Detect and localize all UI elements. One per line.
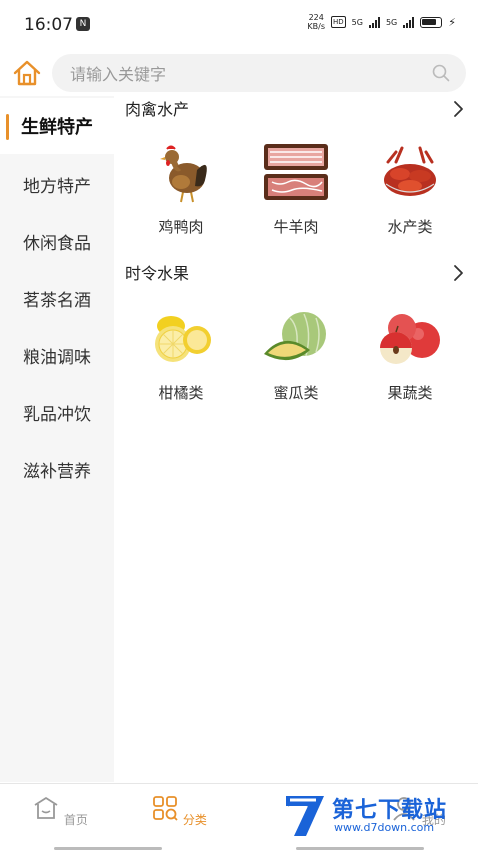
sidebar-item-grain-oil[interactable]: 粮油调味 <box>0 327 114 383</box>
hd-icon: HD <box>331 16 346 28</box>
sliced-meat-icon <box>264 144 328 200</box>
watermark-title: 第七下载站 <box>332 798 448 823</box>
home-tab-icon <box>34 797 58 819</box>
tab-category[interactable]: 分类 <box>149 794 209 828</box>
signal-icon-2 <box>403 16 415 28</box>
category-item-poultry[interactable]: 鸡鸭肉 <box>131 140 231 237</box>
sidebar-item-local[interactable]: 地方特产 <box>0 156 114 212</box>
chevron-right-icon[interactable] <box>452 100 464 118</box>
charging-icon: ⚡ <box>448 15 456 29</box>
battery-icon <box>420 16 443 28</box>
search-icon[interactable] <box>432 64 450 82</box>
category-sidebar: 生鲜特产 地方特产 休闲食品 茗茶名酒 粮油调味 乳品冲饮 滋补营养 <box>0 96 114 782</box>
status-icons: 224 KB/s HD 5G 5G ⚡ <box>307 13 456 31</box>
gesture-bar <box>0 847 478 851</box>
watermark: 第七下载站 www.d7down.com <box>282 790 472 840</box>
section-title-meat: 肉禽水产 <box>125 100 190 119</box>
chicken-icon <box>160 145 207 203</box>
lemon-icon <box>155 316 211 362</box>
search-input[interactable] <box>68 54 412 94</box>
network-speed: 224 KB/s <box>307 13 326 31</box>
signal-5g-label: 5G <box>351 17 363 27</box>
category-item-melon[interactable]: 蜜瓜类 <box>246 306 346 403</box>
home-icon[interactable] <box>12 58 42 88</box>
category-tab-icon <box>153 796 178 821</box>
search-bar <box>0 52 478 94</box>
category-item-seafood[interactable]: 水产类 <box>360 140 460 237</box>
crayfish-icon <box>384 146 436 196</box>
status-bar: 16:07 N 224 KB/s HD 5G 5G ⚡ <box>0 0 478 48</box>
signal-icon <box>368 16 380 28</box>
search-box[interactable] <box>52 54 466 94</box>
sidebar-item-fresh[interactable]: 生鲜特产 <box>0 98 114 154</box>
app-notification-icon: N <box>76 17 90 31</box>
sidebar-item-snacks[interactable]: 休闲食品 <box>0 213 114 269</box>
category-item-citrus[interactable]: 柑橘类 <box>131 306 231 403</box>
section-title-fruit: 时令水果 <box>125 264 190 283</box>
status-time: 16:07 <box>24 15 73 35</box>
chevron-right-icon[interactable] <box>452 264 464 282</box>
watermark-url: www.d7down.com <box>334 821 435 834</box>
category-item-beef-lamb[interactable]: 牛羊肉 <box>246 140 346 237</box>
sidebar-item-tea-wine[interactable]: 茗茶名酒 <box>0 270 114 326</box>
category-item-fruit-veg[interactable]: 果蔬类 <box>360 306 460 403</box>
apple-icon <box>380 314 440 364</box>
sidebar-item-nutrition[interactable]: 滋补营养 <box>0 441 114 497</box>
signal-5g-label-2: 5G <box>385 17 398 27</box>
watermark-logo <box>286 796 324 836</box>
melon-icon <box>264 312 326 361</box>
tab-home[interactable]: 首页 <box>30 794 90 828</box>
sidebar-item-dairy[interactable]: 乳品冲饮 <box>0 384 114 440</box>
